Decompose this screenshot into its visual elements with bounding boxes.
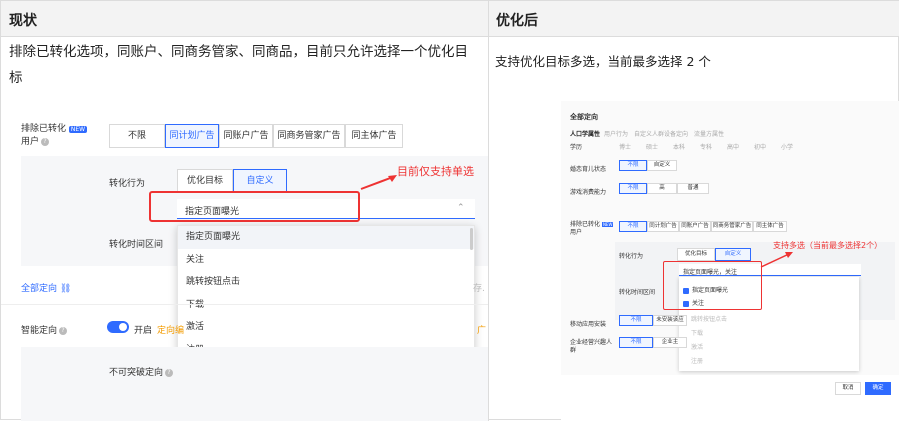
crowd-tab[interactable]: 自定义人群	[634, 129, 664, 138]
right-exclude-label: 排除已转化 NEW 用户	[570, 221, 614, 236]
company-option[interactable]: 企业主	[653, 337, 687, 348]
smart-hint-right: 广	[477, 326, 487, 336]
right-highlight-box	[663, 261, 762, 310]
disabled-item: 激活	[691, 344, 704, 351]
all-targeting-link[interactable]: 全部定向 ⛓	[21, 281, 71, 294]
game-option[interactable]: 普通	[677, 183, 709, 194]
crowd-tab[interactable]: 用户行为	[604, 129, 628, 138]
crowd-tab[interactable]: 人口学属性	[570, 129, 600, 138]
breakthrough-label: 不可突破定向?	[109, 365, 174, 378]
left-screenshot: 排除已转化 NEW 用户? 不限 同计划广告 同账户广告 同商务管家广告 同主体广告 转化…	[1, 101, 488, 421]
left-description: 排除已转化选项，同账户、同商务管家、同商品，目前只允许选择一个优化目标	[9, 44, 468, 86]
right-exclude-option[interactable]: 同计划广告	[647, 221, 679, 232]
marriage-option[interactable]: 不限	[619, 160, 647, 171]
smart-toggle[interactable]	[107, 321, 129, 333]
arrow-icon	[360, 175, 397, 190]
app-option[interactable]: 未安装该应	[653, 315, 687, 326]
smart-label: 智能定向?	[21, 323, 68, 336]
exclude-option[interactable]: 不限	[109, 124, 165, 148]
right-exclude-option[interactable]: 同主体广告	[753, 221, 787, 232]
edu-option[interactable]: 初中	[754, 142, 766, 151]
smart-area	[21, 347, 488, 421]
exclude-option[interactable]: 同计划广告	[165, 124, 219, 148]
dropdown-item[interactable]: 关注	[178, 249, 474, 272]
row-app: 移动应用安装	[570, 321, 607, 328]
link-icon: ⛓	[59, 284, 72, 294]
time-label: 转化时间区间	[109, 240, 164, 250]
row-game: 游戏消费能力	[570, 189, 607, 196]
right-tab-optimize[interactable]: 优化目标	[677, 248, 715, 261]
crowd-tab[interactable]: 流量方属性	[694, 129, 724, 138]
right-exclude-option[interactable]: 不限	[619, 221, 647, 232]
right-time-label: 转化时间区间	[619, 289, 656, 296]
game-option[interactable]: 高	[647, 183, 677, 194]
disabled-item: 注册	[691, 358, 704, 365]
dropdown-item[interactable]: 激活	[178, 316, 474, 339]
exclude-option[interactable]: 同主体广告	[345, 124, 403, 148]
column-divider	[488, 1, 489, 421]
disabled-item: 下载	[691, 330, 704, 337]
edu-option[interactable]: 本科	[673, 142, 685, 151]
confirm-button[interactable]: 确定	[865, 382, 891, 395]
tab-optimize-target[interactable]: 优化目标	[177, 169, 233, 193]
dropdown-item[interactable]: 指定页面曝光	[178, 226, 474, 249]
cancel-button[interactable]: 取消	[835, 382, 861, 395]
header-optimized: 优化后	[488, 1, 899, 37]
panel-title: 全部定向	[570, 113, 598, 121]
edu-option[interactable]: 硕士	[646, 142, 658, 151]
crowd-tab[interactable]: 设备定向	[664, 129, 688, 138]
row-marriage: 婚恋育儿状态	[570, 166, 607, 173]
comparison-table: 现状 优化后 排除已转化选项，同账户、同商务管家、同商品，目前只允许选择一个优化…	[0, 0, 899, 421]
behavior-label: 转化行为	[109, 179, 146, 189]
highlight-box	[149, 191, 360, 222]
scrollbar[interactable]	[470, 228, 473, 250]
company-option[interactable]: 不限	[619, 337, 653, 348]
divider	[1, 304, 488, 305]
right-exclude-option[interactable]: 同账户广告	[679, 221, 711, 232]
annotation-multi: 支持多选（当前最多选择2个）	[773, 241, 883, 250]
game-option[interactable]: 不限	[619, 183, 647, 194]
edu-option[interactable]: 高中	[727, 142, 739, 151]
edu-option[interactable]: 专科	[700, 142, 712, 151]
chevron-up-icon: ⌃	[457, 203, 465, 213]
right-exclude-option[interactable]: 同商务管家广告	[711, 221, 753, 232]
smart-hint: 定向编	[157, 326, 185, 336]
help-icon: ?	[41, 137, 50, 146]
right-description: 支持优化目标多选，当前最多选择 2 个	[495, 54, 711, 69]
help-icon: ?	[165, 368, 174, 377]
arrow-icon	[760, 252, 793, 268]
dropdown-item[interactable]: 跳转按钮点击	[178, 271, 474, 294]
toggle-on-label: 开启	[134, 326, 153, 336]
annotation-single: 目前仅支持单选	[397, 165, 474, 178]
app-option[interactable]: 不限	[619, 315, 653, 326]
right-behavior-label: 转化行为	[619, 253, 644, 260]
right-screenshot: 全部定向 人口学属性 用户行为 自定义人群 设备定向 流量方属性 学历 博士 硕士 本科 专科…	[561, 101, 899, 421]
header-current: 现状	[1, 1, 488, 37]
row-edu: 学历	[570, 144, 583, 151]
exclude-label: 排除已转化 NEW 用户?	[21, 124, 88, 147]
disabled-item: 跳转按钮点击	[691, 316, 728, 323]
tab-custom[interactable]: 自定义	[233, 169, 287, 193]
edu-option[interactable]: 博士	[619, 142, 631, 151]
row-company: 企业经营兴趣人群	[570, 339, 613, 354]
hidden-text: 存.	[473, 284, 485, 294]
exclude-option[interactable]: 同账户广告	[219, 124, 273, 148]
exclude-option[interactable]: 同商务管家广告	[273, 124, 345, 148]
help-icon: ?	[59, 326, 68, 335]
marriage-option[interactable]: 自定义	[647, 160, 677, 171]
new-badge: NEW	[68, 126, 88, 133]
right-tab-custom[interactable]: 自定义	[715, 248, 751, 261]
edu-option[interactable]: 小学	[781, 142, 793, 151]
